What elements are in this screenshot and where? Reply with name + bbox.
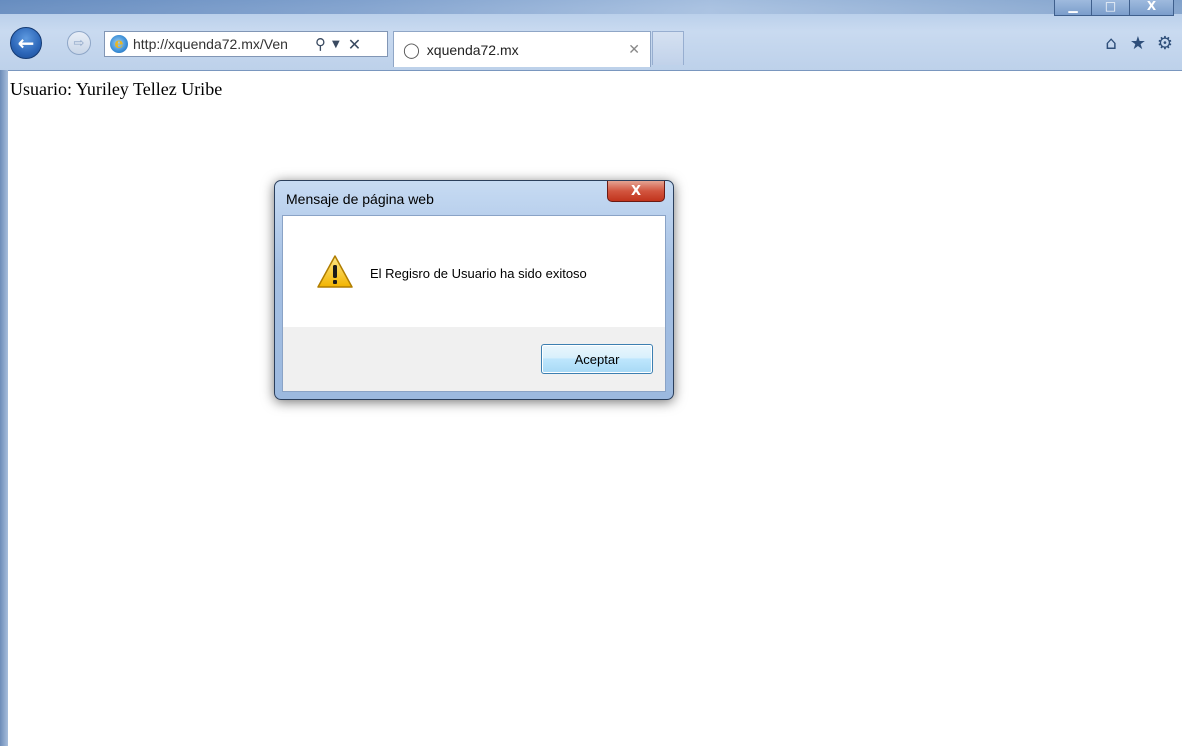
tab-active[interactable]: ◯ xquenda72.mx ✕ xyxy=(393,31,651,67)
user-label: Usuario: Yuriley Tellez Uribe xyxy=(10,79,223,99)
dialog-footer: Aceptar xyxy=(283,327,665,391)
back-arrow-icon: ← xyxy=(17,31,35,55)
accept-button[interactable]: Aceptar xyxy=(541,344,653,374)
page-content: Usuario: Yuriley Tellez Uribe xyxy=(8,71,1182,746)
browser-window: ▁ □ X ← ⇨ e http://xquenda72.mx/Ven ⚲ ▼ … xyxy=(0,0,1182,746)
maximize-button[interactable]: □ xyxy=(1092,0,1130,16)
title-bar xyxy=(0,0,1182,14)
dialog-message: El Regisro de Usuario ha sido exitoso xyxy=(370,266,587,281)
loading-icon: ◯ xyxy=(403,40,420,59)
alert-dialog: Mensaje de página web X El Regisro de Us… xyxy=(274,180,674,400)
search-icon[interactable]: ⚲ xyxy=(315,35,326,53)
dialog-close-button[interactable]: X xyxy=(607,181,665,202)
window-close-button[interactable]: X xyxy=(1130,0,1174,16)
warning-icon xyxy=(317,255,353,288)
tab-title: xquenda72.mx xyxy=(426,41,519,58)
browser-toolbar: ▁ □ X ← ⇨ e http://xquenda72.mx/Ven ⚲ ▼ … xyxy=(0,0,1182,71)
dialog-message-area: El Regisro de Usuario ha sido exitoso xyxy=(283,216,665,327)
url-input[interactable]: http://xquenda72.mx/Ven xyxy=(133,36,311,52)
window-frame-left xyxy=(0,70,8,746)
home-icon[interactable]: ⌂ xyxy=(1102,33,1120,54)
address-bar[interactable]: e http://xquenda72.mx/Ven ⚲ ▼ ✕ xyxy=(104,31,388,57)
chevron-down-icon[interactable]: ▼ xyxy=(332,39,340,50)
forward-button[interactable]: ⇨ xyxy=(67,31,91,55)
window-controls: ▁ □ X xyxy=(1054,0,1174,16)
dialog-title: Mensaje de página web xyxy=(286,191,434,207)
minimize-button[interactable]: ▁ xyxy=(1054,0,1092,16)
back-button[interactable]: ← xyxy=(10,27,42,59)
new-tab-button[interactable] xyxy=(652,31,684,65)
close-icon[interactable]: ✕ xyxy=(628,42,640,58)
stop-icon[interactable]: ✕ xyxy=(348,35,361,54)
gear-icon[interactable]: ⚙ xyxy=(1156,33,1174,54)
forward-arrow-icon: ⇨ xyxy=(73,35,85,51)
ie-logo-icon: e xyxy=(110,35,128,53)
star-icon[interactable]: ★ xyxy=(1129,33,1147,54)
browser-tools: ⌂ ★ ⚙ xyxy=(1102,33,1174,54)
dialog-body: El Regisro de Usuario ha sido exitoso Ac… xyxy=(282,215,666,392)
